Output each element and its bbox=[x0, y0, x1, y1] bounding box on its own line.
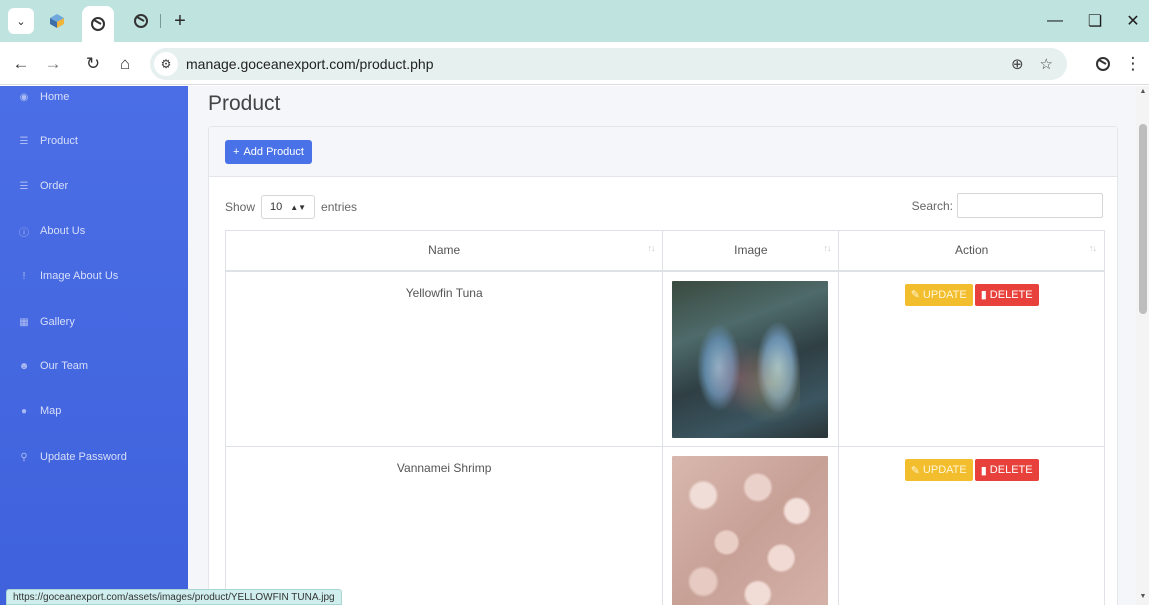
product-card: + Add Product Show 10 ▲▼ entries Search:… bbox=[208, 126, 1118, 605]
tab-favicon-cube-icon[interactable] bbox=[44, 8, 70, 34]
table-header-row: Name ↑↓ Image ↑↓ Action ↑↓ bbox=[224, 230, 1105, 272]
browser-tab-bar: ⌄ + — ❏ ✕ bbox=[0, 0, 1149, 42]
entries-select[interactable]: 10 ▲▼ bbox=[261, 195, 316, 219]
site-settings-icon[interactable]: ⚙ bbox=[154, 52, 178, 76]
restore-icon[interactable]: ❏ bbox=[1080, 8, 1110, 34]
sidebar-item-order[interactable]: ☰ Order bbox=[18, 176, 69, 196]
plus-icon: + bbox=[233, 146, 240, 158]
table-row: Vannamei Shrimp ✎ UPDATE ▮ DELETE bbox=[224, 446, 1105, 605]
product-name-cell: Yellowfin Tuna bbox=[224, 270, 664, 447]
scroll-down-icon[interactable]: ▼ bbox=[1139, 593, 1147, 600]
sidebar-item-label: Gallery bbox=[40, 316, 75, 328]
column-header-name[interactable]: Name ↑↓ bbox=[224, 230, 664, 272]
column-header-image[interactable]: Image ↑↓ bbox=[662, 230, 840, 272]
sidebar-item-our-team[interactable]: ☻ Our Team bbox=[18, 356, 88, 376]
tab-active-app[interactable] bbox=[82, 6, 114, 42]
table-row: Yellowfin Tuna ✎ UPDATE ▮ DELETE bbox=[224, 270, 1105, 447]
app-favicon-icon bbox=[91, 17, 105, 31]
sidebar-item-label: Map bbox=[40, 405, 62, 417]
sidebar-item-label: Image About Us bbox=[40, 270, 119, 282]
vannamei-shrimp-photo[interactable] bbox=[672, 456, 829, 605]
extension-icon[interactable] bbox=[1090, 51, 1116, 77]
tab-inactive-app[interactable] bbox=[128, 8, 154, 34]
reload-icon[interactable]: ↻ bbox=[80, 51, 106, 77]
cart-icon: ☰ bbox=[19, 135, 29, 147]
sidebar-item-about-us[interactable]: ⓘ About Us bbox=[18, 221, 85, 241]
search-input[interactable] bbox=[957, 193, 1103, 218]
sidebar-item-label: Order bbox=[40, 180, 69, 192]
omnibox[interactable]: ⚙ manage.goceanexport.com/product.php ⊕ … bbox=[150, 48, 1067, 80]
sidebar-item-image-about-us[interactable]: ! Image About Us bbox=[18, 266, 119, 286]
add-product-button[interactable]: + Add Product bbox=[225, 140, 312, 164]
sidebar-item-label: Our Team bbox=[40, 360, 89, 372]
sidebar-item-label: About Us bbox=[40, 225, 86, 237]
select-arrows-icon: ▲▼ bbox=[290, 202, 307, 212]
search-label: Search: bbox=[911, 198, 953, 213]
edit-icon: ✎ bbox=[910, 464, 920, 477]
home-icon[interactable]: ⌂ bbox=[112, 51, 138, 77]
update-button[interactable]: ✎ UPDATE bbox=[904, 459, 973, 481]
sidebar-item-label: Home bbox=[40, 91, 70, 103]
page-title: Product bbox=[208, 92, 281, 115]
main-content: Product + Add Product Show 10 ▲▼ entries… bbox=[188, 86, 1136, 605]
page-scrollbar[interactable]: ▲ ▼ bbox=[1136, 86, 1149, 605]
delete-button[interactable]: ▮ DELETE bbox=[974, 459, 1039, 481]
map-pin-icon: ● bbox=[20, 405, 28, 417]
product-image-cell bbox=[662, 270, 840, 447]
add-product-label: Add Product bbox=[243, 146, 304, 158]
sidebar-item-label: Update Password bbox=[40, 451, 127, 463]
tab-search-dropdown-icon[interactable]: ⌄ bbox=[8, 8, 34, 34]
entries-label: entries bbox=[321, 200, 358, 214]
zoom-icon[interactable]: ⊕ bbox=[1011, 55, 1024, 73]
product-action-cell: ✎ UPDATE ▮ DELETE bbox=[838, 446, 1105, 605]
card-header: + Add Product bbox=[209, 127, 1117, 177]
browser-menu-icon[interactable]: ⋮ bbox=[1120, 51, 1146, 77]
exclamation-icon: ! bbox=[22, 270, 26, 282]
info-icon: ⓘ bbox=[19, 227, 29, 239]
sidebar-item-gallery[interactable]: ▦ Gallery bbox=[18, 312, 75, 332]
bookmark-star-icon[interactable]: ☆ bbox=[1040, 55, 1053, 73]
product-table: Name ↑↓ Image ↑↓ Action ↑↓ Yellowfin Tun… bbox=[224, 230, 1105, 605]
forward-arrow-icon[interactable]: → bbox=[40, 51, 66, 77]
browser-address-bar: ← → ↻ ⌂ ⚙ manage.goceanexport.com/produc… bbox=[0, 42, 1149, 85]
trash-icon: ▮ bbox=[980, 464, 987, 477]
link-status-bubble: https://goceanexport.com/assets/images/p… bbox=[6, 589, 342, 605]
url-text[interactable]: manage.goceanexport.com/product.php bbox=[186, 56, 1011, 72]
book-icon: ▦ bbox=[19, 316, 29, 328]
update-button[interactable]: ✎ UPDATE bbox=[904, 283, 973, 306]
key-icon: ⚲ bbox=[20, 451, 28, 463]
scroll-thumb[interactable] bbox=[1139, 124, 1147, 314]
sidebar-item-home[interactable]: ◉ Home bbox=[18, 87, 70, 107]
delete-button[interactable]: ▮ DELETE bbox=[974, 283, 1039, 306]
column-header-action[interactable]: Action ↑↓ bbox=[838, 230, 1105, 272]
dashboard-icon: ◉ bbox=[19, 91, 29, 103]
back-arrow-icon[interactable]: ← bbox=[8, 51, 34, 77]
sort-icon: ↑↓ bbox=[823, 243, 831, 253]
users-icon: ☻ bbox=[18, 360, 30, 372]
sidebar-item-label: Product bbox=[40, 135, 78, 147]
sidebar: ◉ Home ☰ Product ☰ Order ⓘ About Us ! Im… bbox=[0, 86, 188, 605]
scroll-up-icon[interactable]: ▲ bbox=[1139, 88, 1147, 95]
sort-icon: ↑↓ bbox=[647, 243, 655, 253]
new-tab-button[interactable]: + bbox=[168, 8, 192, 34]
show-label: Show bbox=[225, 200, 256, 214]
app-favicon-icon bbox=[134, 14, 148, 28]
sidebar-item-product[interactable]: ☰ Product bbox=[18, 131, 78, 151]
product-action-cell: ✎ UPDATE ▮ DELETE bbox=[838, 270, 1105, 447]
edit-icon: ✎ bbox=[910, 289, 920, 301]
yellowfin-tuna-photo[interactable] bbox=[672, 280, 829, 438]
minimize-icon[interactable]: — bbox=[1040, 8, 1070, 34]
entries-value: 10 bbox=[270, 201, 283, 213]
product-name-cell: Vannamei Shrimp bbox=[224, 446, 664, 605]
table-search: Search: bbox=[912, 193, 1103, 218]
close-icon[interactable]: ✕ bbox=[1118, 8, 1148, 34]
sort-icon: ↑↓ bbox=[1089, 243, 1097, 253]
cart-icon: ☰ bbox=[19, 180, 29, 192]
sidebar-item-map[interactable]: ● Map bbox=[18, 401, 61, 421]
product-image-cell bbox=[662, 446, 840, 605]
entries-length-control: Show 10 ▲▼ entries bbox=[225, 195, 357, 219]
tab-separator bbox=[160, 14, 161, 28]
sidebar-item-update-password[interactable]: ⚲ Update Password bbox=[18, 447, 127, 467]
trash-icon: ▮ bbox=[980, 289, 987, 301]
